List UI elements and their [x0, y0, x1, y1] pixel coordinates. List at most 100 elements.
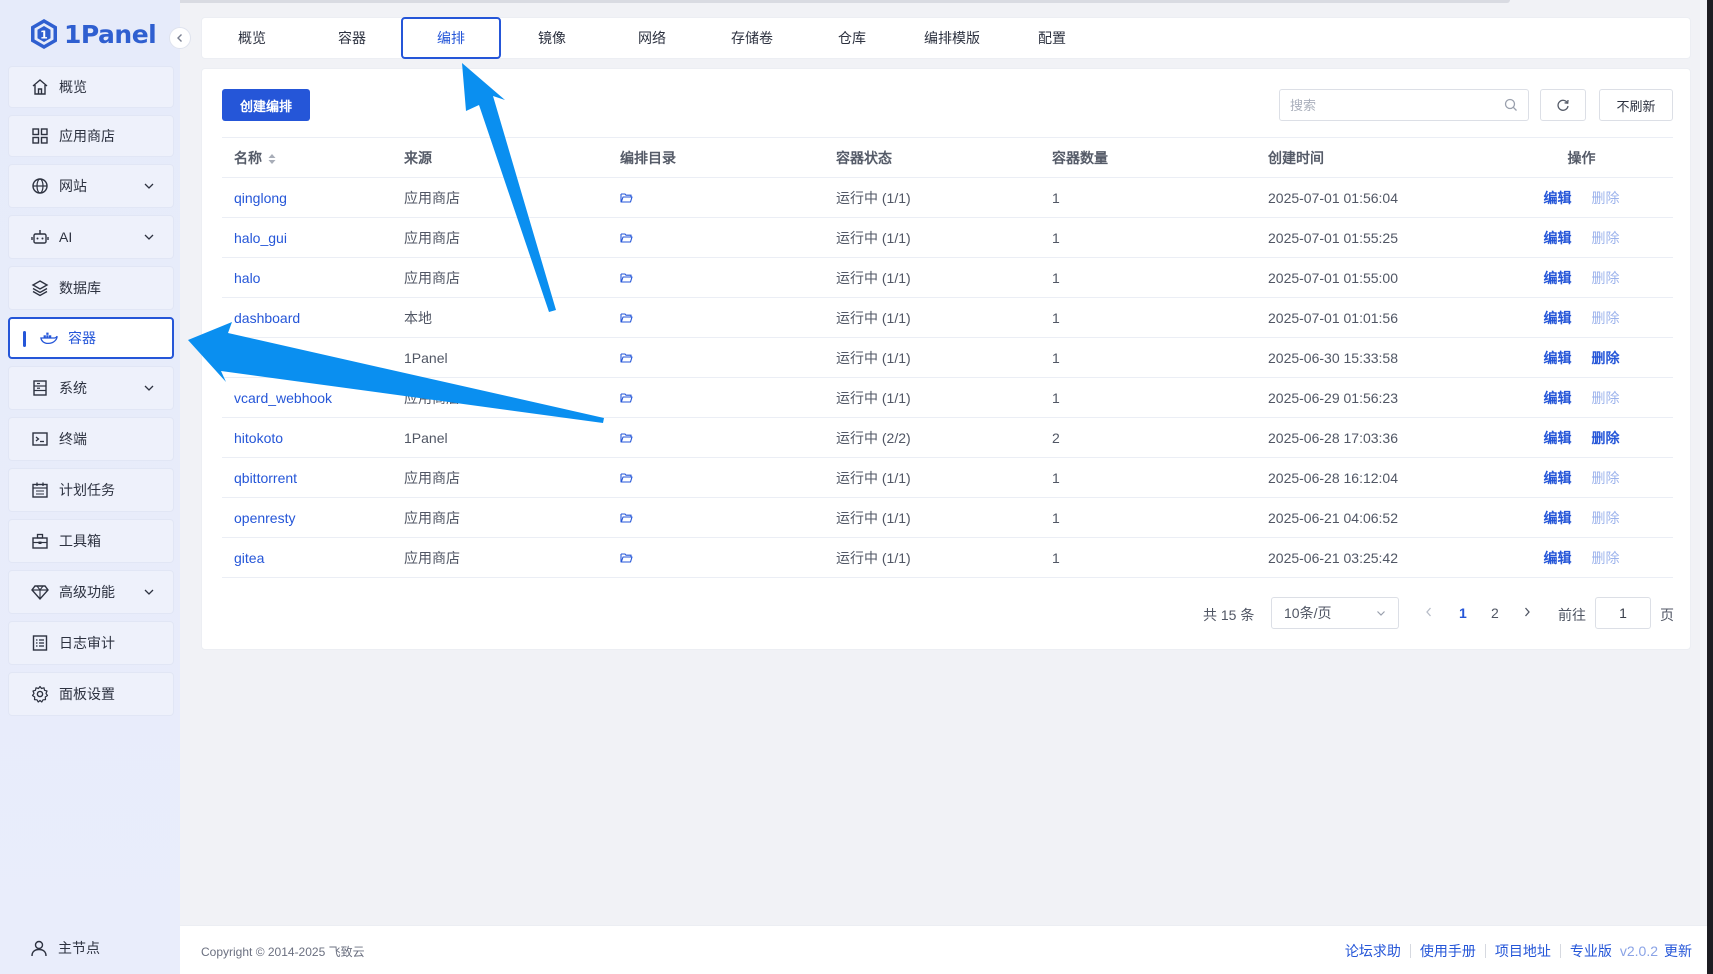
- cell-ops: 编辑 删除: [1490, 177, 1673, 218]
- delete-button[interactable]: 删除: [1592, 350, 1620, 366]
- page-button-2[interactable]: 2: [1491, 605, 1499, 621]
- folder-open-icon[interactable]: [620, 352, 633, 363]
- folder-open-icon[interactable]: [620, 552, 633, 563]
- tab-images[interactable]: 镜像: [502, 18, 602, 58]
- cell-ops: 编辑 删除: [1490, 377, 1673, 418]
- refresh-button[interactable]: [1540, 89, 1586, 121]
- cell-status: 运行中 (1/1): [824, 217, 1040, 258]
- table-row: halo 应用商店 运行中 (1/1) 1 2025-07-01 01:55:00 编辑 删…: [222, 257, 1673, 298]
- sidebar-item-database[interactable]: 数据库: [8, 266, 174, 310]
- search-input[interactable]: [1290, 97, 1504, 113]
- cell-created: 2025-06-30 15:33:58: [1256, 337, 1490, 378]
- forum-link[interactable]: 论坛求助: [1345, 941, 1401, 961]
- delete-button[interactable]: 删除: [1592, 550, 1620, 566]
- edit-button[interactable]: 编辑: [1544, 390, 1572, 406]
- container-tabs: 概览 容器 编排 镜像 网络 存储卷 仓库 编排模版 配置: [201, 17, 1691, 59]
- cell-name: qinglong: [222, 177, 392, 218]
- goto-page-input[interactable]: [1595, 597, 1651, 629]
- edit-button[interactable]: 编辑: [1544, 270, 1572, 286]
- cell-dir: [608, 537, 824, 578]
- delete-button[interactable]: 删除: [1592, 510, 1620, 526]
- edit-button[interactable]: 编辑: [1544, 470, 1572, 486]
- current-node[interactable]: 主节点: [30, 938, 100, 958]
- delete-button[interactable]: 删除: [1592, 470, 1620, 486]
- folder-open-icon[interactable]: [620, 232, 633, 243]
- search-icon[interactable]: [1504, 98, 1518, 112]
- sidebar-item-logs[interactable]: 日志审计: [8, 621, 174, 665]
- tab-compose[interactable]: 编排: [401, 17, 501, 59]
- edit-button[interactable]: 编辑: [1544, 190, 1572, 206]
- cell-dir: [608, 217, 824, 258]
- delete-button[interactable]: 删除: [1592, 390, 1620, 406]
- auto-refresh-select[interactable]: 不刷新: [1599, 89, 1673, 121]
- compose-name-link[interactable]: halo_gui: [234, 230, 287, 246]
- delete-button[interactable]: 删除: [1592, 310, 1620, 326]
- sidebar-item-toolbox[interactable]: 工具箱: [8, 519, 174, 563]
- delete-button[interactable]: 删除: [1592, 230, 1620, 246]
- edit-button[interactable]: 编辑: [1544, 230, 1572, 246]
- compose-name-link[interactable]: qbittorrent: [234, 470, 297, 486]
- update-link[interactable]: 更新: [1664, 941, 1692, 961]
- page-size-select[interactable]: 10条/页: [1271, 597, 1399, 629]
- sidebar-item-overview[interactable]: 概览: [8, 66, 174, 108]
- delete-button[interactable]: 删除: [1592, 190, 1620, 206]
- compose-name-link[interactable]: dashboard: [234, 310, 300, 326]
- folder-open-icon[interactable]: [620, 472, 633, 483]
- tab-containers[interactable]: 容器: [302, 18, 402, 58]
- sidebar-item-ai[interactable]: AI: [8, 215, 174, 259]
- sidebar-item-app-store[interactable]: 应用商店: [8, 115, 174, 157]
- delete-button[interactable]: 删除: [1592, 430, 1620, 446]
- compose-name-link[interactable]: halo: [234, 270, 260, 286]
- manual-link[interactable]: 使用手册: [1420, 941, 1476, 961]
- sidebar-item-cron[interactable]: 计划任务: [8, 468, 174, 512]
- edit-button[interactable]: 编辑: [1544, 550, 1572, 566]
- sidebar-item-terminal[interactable]: 终端: [8, 417, 174, 461]
- sidebar-item-container[interactable]: 容器: [8, 317, 174, 359]
- logo[interactable]: 1 1Panel: [30, 18, 157, 50]
- tab-overview[interactable]: 概览: [202, 18, 302, 58]
- compose-name-link[interactable]: openresty: [234, 510, 295, 526]
- create-compose-button[interactable]: 创建编排: [222, 89, 310, 121]
- compose-name-link[interactable]: qinglong: [234, 190, 287, 206]
- folder-open-icon[interactable]: [620, 512, 633, 523]
- folder-open-icon[interactable]: [620, 192, 633, 203]
- chevron-down-icon: [1377, 611, 1385, 616]
- folder-open-icon[interactable]: [620, 392, 633, 403]
- compose-name-link[interactable]: hitokoto: [234, 430, 283, 446]
- folder-open-icon[interactable]: [620, 272, 633, 283]
- delete-button[interactable]: 删除: [1592, 270, 1620, 286]
- sidebar-item-settings[interactable]: 面板设置: [8, 672, 174, 716]
- column-header-status: 容器状态: [824, 137, 1040, 178]
- sidebar-item-website[interactable]: 网站: [8, 164, 174, 208]
- sort-icon[interactable]: [268, 153, 276, 165]
- edit-button[interactable]: 编辑: [1544, 430, 1572, 446]
- log-icon: [31, 634, 49, 652]
- cell-count: 1: [1040, 457, 1256, 498]
- compose-name-link[interactable]: vcard_webhook: [234, 390, 332, 406]
- sidebar-item-advanced[interactable]: 高级功能: [8, 570, 174, 614]
- edit-button[interactable]: 编辑: [1544, 350, 1572, 366]
- tab-config[interactable]: 配置: [1002, 18, 1102, 58]
- column-header-name[interactable]: 名称: [222, 137, 392, 178]
- tab-volumes[interactable]: 存储卷: [702, 18, 802, 58]
- edit-button[interactable]: 编辑: [1544, 310, 1572, 326]
- collapse-sidebar-button[interactable]: [169, 27, 191, 49]
- tab-networks[interactable]: 网络: [602, 18, 702, 58]
- edit-button[interactable]: 编辑: [1544, 510, 1572, 526]
- cell-ops: 编辑 删除: [1490, 217, 1673, 258]
- tab-compose-templates[interactable]: 编排模版: [902, 18, 1002, 58]
- prev-page-button[interactable]: [1424, 605, 1434, 621]
- server-icon: [31, 379, 49, 397]
- next-page-button[interactable]: [1522, 605, 1532, 621]
- page-button-1[interactable]: 1: [1459, 605, 1467, 621]
- folder-open-icon[interactable]: [620, 432, 633, 443]
- sidebar-item-system[interactable]: 系统: [8, 366, 174, 410]
- tab-registry[interactable]: 仓库: [802, 18, 902, 58]
- project-link[interactable]: 项目地址: [1495, 941, 1551, 961]
- cell-source: 1Panel: [392, 337, 608, 378]
- globe-icon: [31, 177, 49, 195]
- pro-edition-link[interactable]: 专业版: [1570, 941, 1612, 961]
- folder-open-icon[interactable]: [620, 312, 633, 323]
- table-row: openresty 应用商店 运行中 (1/1) 1 2025-06-21 04:06:…: [222, 497, 1673, 538]
- compose-name-link[interactable]: gitea: [234, 550, 264, 566]
